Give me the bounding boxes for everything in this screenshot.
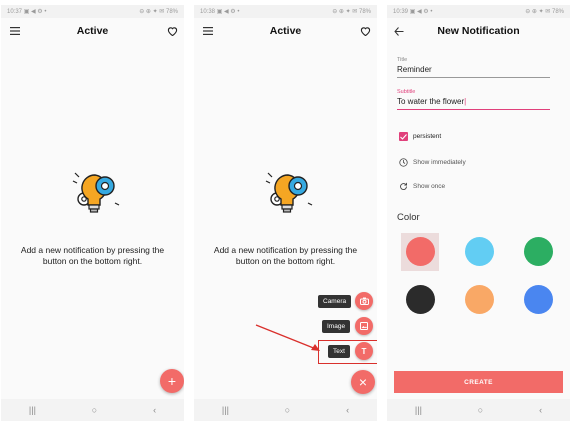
persistent-checkbox[interactable]: persistent <box>399 132 441 141</box>
text-option-highlight <box>318 340 377 364</box>
recents-button[interactable]: ||| <box>415 405 422 415</box>
color-swatch-red[interactable] <box>406 237 435 266</box>
refresh-icon <box>399 182 408 191</box>
heart-icon[interactable] <box>357 23 373 39</box>
color-swatch-orange[interactable] <box>465 285 494 314</box>
recents-button[interactable]: ||| <box>222 405 229 415</box>
plus-icon: + <box>167 373 177 389</box>
status-right: ⊖ ⊕ ✦ ✉ 78% <box>525 9 564 15</box>
status-right: ⊖ ⊕ ✦ ✉ 78% <box>332 9 371 15</box>
add-fab-button[interactable]: + <box>160 369 184 393</box>
status-bar: 10:37 ▣ ◀ ⚙ • ⊖ ⊕ ✦ ✉ 78% <box>1 5 184 18</box>
text-cursor: | <box>464 97 467 106</box>
image-icon[interactable] <box>355 317 373 335</box>
color-swatch-light-blue[interactable] <box>465 237 494 266</box>
page-title: New Notification <box>437 25 520 37</box>
color-swatch-green[interactable] <box>524 237 553 266</box>
show-immediately-option[interactable]: Show immediately <box>399 158 466 167</box>
camera-icon[interactable] <box>355 292 373 310</box>
status-bar: 10:39 ▣ ◀ ⚙ • ⊖ ⊕ ✦ ✉ 78% <box>387 5 570 18</box>
bulb-gear-illustration <box>260 165 316 221</box>
recents-button[interactable]: ||| <box>29 405 36 415</box>
system-nav-bar: ||| ○ ‹ <box>387 399 570 421</box>
app-bar: Active <box>1 18 184 44</box>
subtitle-input[interactable]: To water the flower| <box>397 95 550 110</box>
home-button[interactable]: ○ <box>92 405 97 415</box>
heart-icon[interactable] <box>164 23 180 39</box>
back-button[interactable]: ‹ <box>539 405 542 415</box>
system-nav-bar: ||| ○ ‹ <box>1 399 184 421</box>
bulb-gear-illustration <box>67 165 123 221</box>
app-bar: New Notification <box>387 18 570 44</box>
close-icon: × <box>358 374 368 390</box>
empty-state-message: Add a new notification by pressing the b… <box>213 245 358 266</box>
status-right: ⊖ ⊕ ✦ ✉ 78% <box>139 9 178 15</box>
persistent-label: persistent <box>413 133 442 140</box>
home-button[interactable]: ○ <box>285 405 290 415</box>
subtitle-input-text: To water the flower <box>397 97 465 106</box>
show-once-option[interactable]: Show once <box>399 182 445 191</box>
status-time: 10:38 <box>200 9 216 15</box>
back-button[interactable]: ‹ <box>153 405 156 415</box>
screen-new-notification: 10:39 ▣ ◀ ⚙ • ⊖ ⊕ ✦ ✉ 78% New Notificati… <box>387 5 570 421</box>
arrow-annotation <box>255 324 320 351</box>
status-time: 10:37 <box>7 9 23 15</box>
back-button[interactable]: ‹ <box>346 405 349 415</box>
color-heading: Color <box>397 212 420 223</box>
show-once-label: Show once <box>413 183 446 190</box>
close-fab-button[interactable]: × <box>351 370 375 394</box>
status-icons: ▣ ◀ ⚙ • <box>409 9 433 15</box>
system-nav-bar: ||| ○ ‹ <box>194 399 377 421</box>
page-title: Active <box>76 25 109 37</box>
status-bar: 10:38 ▣ ◀ ⚙ • ⊖ ⊕ ✦ ✉ 78% <box>194 5 377 18</box>
status-time: 10:39 <box>393 9 409 15</box>
color-swatch-blue[interactable] <box>524 285 553 314</box>
title-input[interactable]: Reminder <box>397 63 550 78</box>
subtitle-field[interactable]: Subtitle To water the flower| <box>397 89 550 110</box>
clock-icon <box>399 158 408 167</box>
camera-label[interactable]: Camera <box>318 295 352 308</box>
screen-active-empty: 10:37 ▣ ◀ ⚙ • ⊖ ⊕ ✦ ✉ 78% Active Add a n… <box>1 5 184 421</box>
status-icons: ▣ ◀ ⚙ • <box>216 9 240 15</box>
title-field[interactable]: Title Reminder <box>397 57 550 78</box>
home-button[interactable]: ○ <box>478 405 483 415</box>
status-icons: ▣ ◀ ⚙ • <box>23 9 47 15</box>
show-immediately-label: Show immediately <box>413 159 466 166</box>
page-title: Active <box>269 25 302 37</box>
screen-active-speed-dial: 10:38 ▣ ◀ ⚙ • ⊖ ⊕ ✦ ✉ 78% Active Add a n… <box>194 5 377 421</box>
create-button[interactable]: CREATE <box>394 371 563 393</box>
app-bar: Active <box>194 18 377 44</box>
image-label[interactable]: Image <box>322 320 351 333</box>
empty-state-message: Add a new notification by pressing the b… <box>20 245 165 266</box>
checkbox-checked-icon <box>399 132 408 141</box>
color-swatch-black[interactable] <box>406 285 435 314</box>
